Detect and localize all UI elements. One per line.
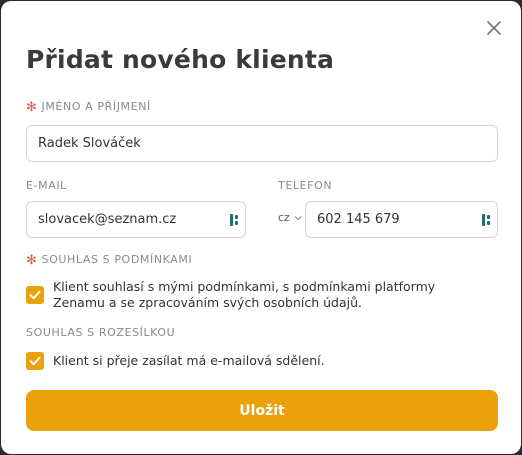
checkmark-icon (29, 290, 41, 300)
required-asterisk: ✻ (26, 253, 38, 268)
password-manager-icon[interactable] (229, 213, 241, 227)
terms-text-line-2: Zenamu a se zpracováním svých osobních ú… (53, 295, 363, 310)
terms-checkbox[interactable] (26, 286, 44, 304)
name-label: JMÉNO A PŘÍJMENÍ (41, 100, 151, 113)
newsletter-label: SOUHLAS S ROZESÍLKOU (26, 326, 176, 339)
email-label: E-MAIL (26, 179, 67, 192)
checkmark-icon (29, 356, 41, 366)
add-client-dialog: Přidat nového klienta ✻ JMÉNO A PŘÍJMENÍ … (1, 1, 521, 454)
chevron-down-icon (294, 215, 302, 220)
country-code-value: cz (278, 211, 290, 224)
country-code-select[interactable]: cz (278, 211, 302, 224)
terms-label: SOUHLAS S PODMÍNKAMI (41, 253, 193, 266)
dialog-title: Přidat nového klienta (26, 45, 335, 74)
terms-text-line-1: Klient souhlasí s mými podmínkami, s pod… (53, 279, 436, 294)
name-input[interactable] (26, 125, 498, 162)
email-input[interactable] (26, 201, 246, 238)
name-label-row: ✻ JMÉNO A PŘÍJMENÍ (26, 99, 151, 115)
phone-label: TELEFON (278, 179, 333, 192)
terms-label-row: ✻ SOUHLAS S PODMÍNKAMI (26, 252, 193, 268)
required-asterisk: ✻ (26, 100, 38, 115)
save-button[interactable]: Uložit (26, 390, 498, 431)
phone-input[interactable] (305, 201, 498, 238)
close-icon[interactable] (485, 19, 503, 37)
terms-text: Klient souhlasí s mými podmínkami, s pod… (53, 279, 483, 311)
password-manager-icon[interactable] (481, 213, 493, 227)
newsletter-text: Klient si přeje zasílat má e-mailová sdě… (53, 353, 325, 368)
newsletter-checkbox[interactable] (26, 352, 44, 370)
